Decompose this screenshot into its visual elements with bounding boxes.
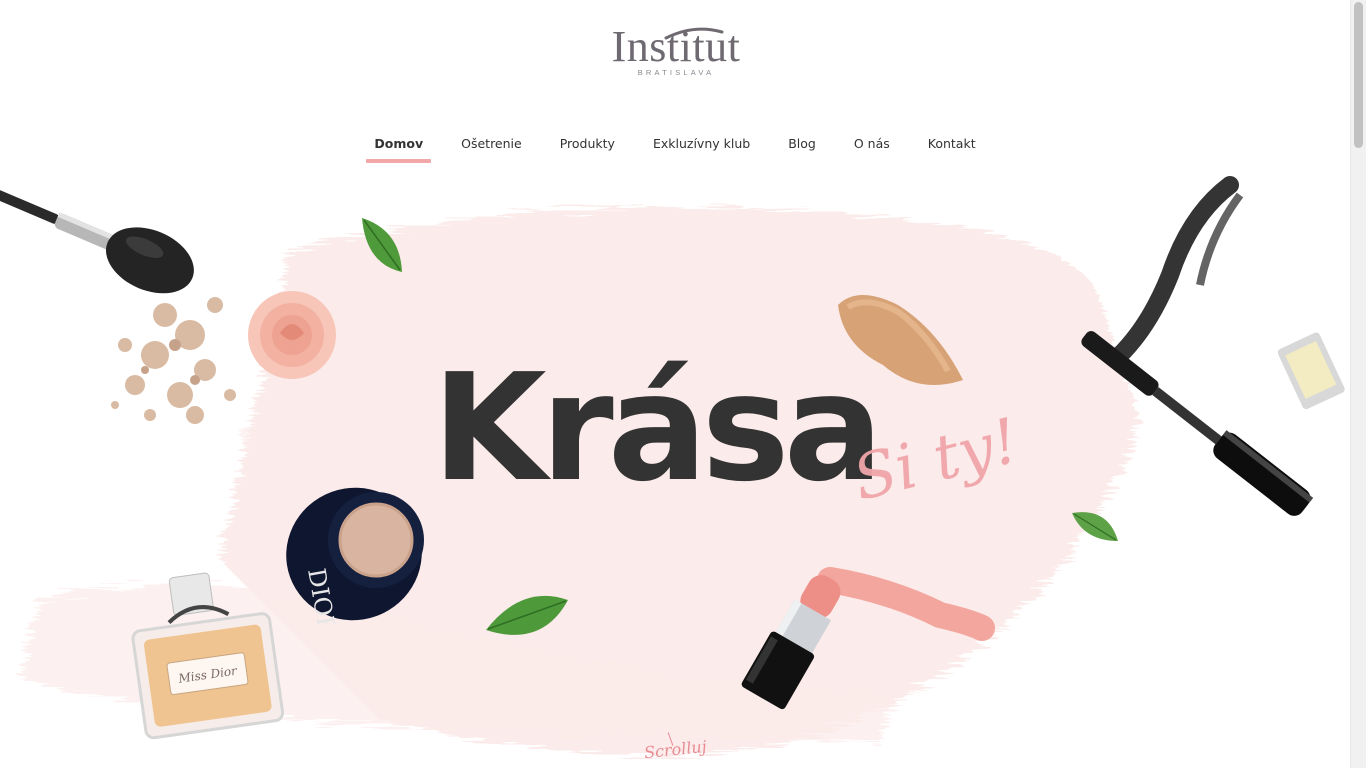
compact-icon: DIOR: [286, 487, 424, 624]
powder-crumbs-icon: [111, 297, 236, 424]
scrollbar-thumb[interactable]: [1354, 2, 1363, 148]
rose-icon: [248, 291, 336, 379]
nav-item-produkty[interactable]: Produkty: [560, 130, 615, 161]
nav-item-kontakt[interactable]: Kontakt: [928, 130, 976, 161]
nav-item-blog[interactable]: Blog: [788, 130, 816, 161]
nav-item-osetrenie[interactable]: Ošetrenie: [461, 130, 522, 161]
leaf-icon: [362, 218, 402, 272]
main-nav: Domov Ošetrenie Produkty Exkluzívny klub…: [0, 130, 1350, 163]
logo-swoosh-icon: [664, 27, 724, 40]
brand-logo[interactable]: Institut BRATISLAVA: [596, 22, 756, 88]
leaf-icon: [486, 595, 568, 635]
nav-item-domov[interactable]: Domov: [366, 130, 431, 163]
perfume-bottle-icon: Miss Dior: [131, 572, 284, 740]
eyeshadow-icon: [1278, 332, 1345, 410]
page: DIOR Miss Dior Institut BRATISLAVA Domov…: [0, 0, 1350, 768]
page-scrollbar[interactable]: [1350, 0, 1366, 768]
lipstick-icon: [741, 567, 995, 710]
nav-item-o-nas[interactable]: O nás: [854, 130, 890, 161]
hero-title: Krása: [432, 342, 884, 514]
nav-item-exkluzivny-klub[interactable]: Exkluzívny klub: [653, 130, 750, 161]
